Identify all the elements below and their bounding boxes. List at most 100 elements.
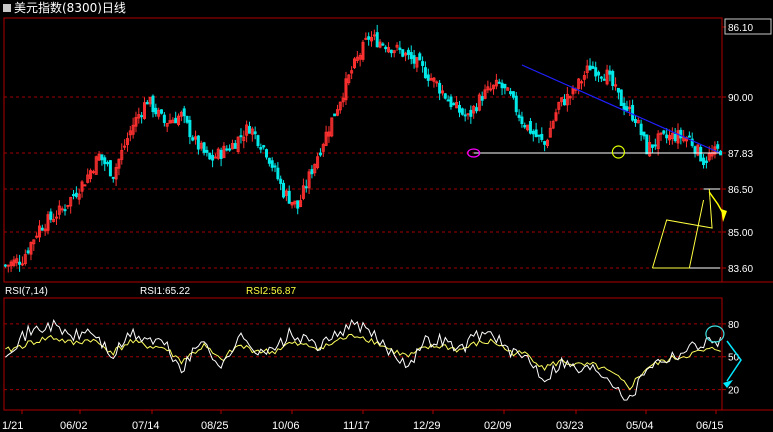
candle-body [381,43,385,46]
candle-body [279,178,283,184]
candle-body [608,70,612,75]
candle-body [219,149,223,160]
candle-body [20,263,24,266]
price-tick-label: 90.00 [728,93,753,104]
candle-body [111,176,115,179]
candle-body [208,152,212,160]
candle-body [174,117,178,124]
candle-body [625,106,629,111]
candle-body [662,130,666,134]
rsi-panel-frame [3,297,723,411]
date-tick-label: 02/09 [484,420,512,432]
candle-body [389,49,393,54]
candle-body [265,149,269,158]
candle-body [602,78,606,81]
candle-body [540,133,544,140]
candle-body [679,129,683,139]
candle-body [213,156,217,159]
channel-lower [652,199,705,269]
candle-body [642,131,646,137]
candle-body [406,49,410,55]
rsi-peak-marker [705,325,725,343]
candle-body [435,81,439,84]
candle-body [588,65,592,71]
candle-body [154,107,158,115]
candle-body [262,145,266,148]
candle-body [160,109,164,114]
candle-body [247,126,251,134]
candle-body [699,146,703,162]
candle-body [185,115,189,123]
candle-body [364,37,368,40]
candle-body [239,135,243,138]
date-tick-label: 07/14 [132,420,160,432]
candle-body [523,124,527,128]
candle-body [633,119,637,124]
candle-body [398,47,402,51]
candle-body [622,102,626,111]
date-tick-label: 11/17 [343,420,370,432]
candle-body [228,148,232,151]
candle-body [318,152,322,156]
candle-body [270,160,274,168]
price-tick-label: 87.83 [728,149,753,160]
candle-body [500,82,504,89]
candle-body [653,144,657,147]
candle-body [645,134,649,155]
candle-body [665,134,669,139]
candle-body [412,55,416,64]
candle-body [702,157,706,166]
candle-body [528,121,532,134]
candle-body [438,82,442,94]
candle-body [26,250,30,254]
candle-body [182,108,186,117]
rsi-level-label: 50 [728,353,740,364]
candle-body [55,216,59,219]
candle-body [296,200,300,209]
candle-body [520,116,524,125]
candle-body [49,211,53,220]
price-tick-label: 86.10 [728,23,753,34]
candle-body [639,123,643,136]
candle-body [452,103,456,106]
candle-body [267,157,271,164]
candle-body [509,91,513,95]
candle-body [63,209,67,212]
date-tick-label: 08/25 [201,420,229,432]
date-tick-label: 03/23 [556,420,584,432]
candle-body [273,165,277,168]
candle-body [619,89,623,107]
candle-body [151,95,155,113]
candle-body [594,67,598,77]
candle-body [469,109,473,117]
candle-body [597,71,601,76]
candle-body [35,235,39,238]
candle-body [108,160,112,177]
candle-body [256,135,260,147]
candle-body [543,141,547,145]
rsi1-line [5,318,722,401]
candle-body [74,192,78,197]
candle-body [18,261,22,265]
candle-body [421,61,425,66]
candle-body [40,227,44,231]
candle-body [449,96,453,108]
candle-body [253,131,257,135]
price-tick-label: 86.50 [728,185,753,196]
candle-body [72,194,76,197]
candle-body [511,91,515,98]
candle-body [475,107,479,112]
candle-body [188,119,192,138]
candle-body [384,46,388,50]
candle-body [517,114,521,118]
rsi-level-label: 80 [728,320,740,331]
candle-body [310,169,314,175]
candle-body [375,32,379,48]
candlestick-chart[interactable]: 86.10 90.00 87.83 86.50 85.00 83.60 80 50 20 RSI(… [0,0,773,432]
date-tick-label: 10/06 [272,420,300,432]
date-tick-label: 06/02 [60,420,88,432]
candle-body [460,108,464,115]
date-tick-label: 1/21 [2,420,23,432]
candle-body [534,129,538,138]
candle-body [196,135,200,150]
